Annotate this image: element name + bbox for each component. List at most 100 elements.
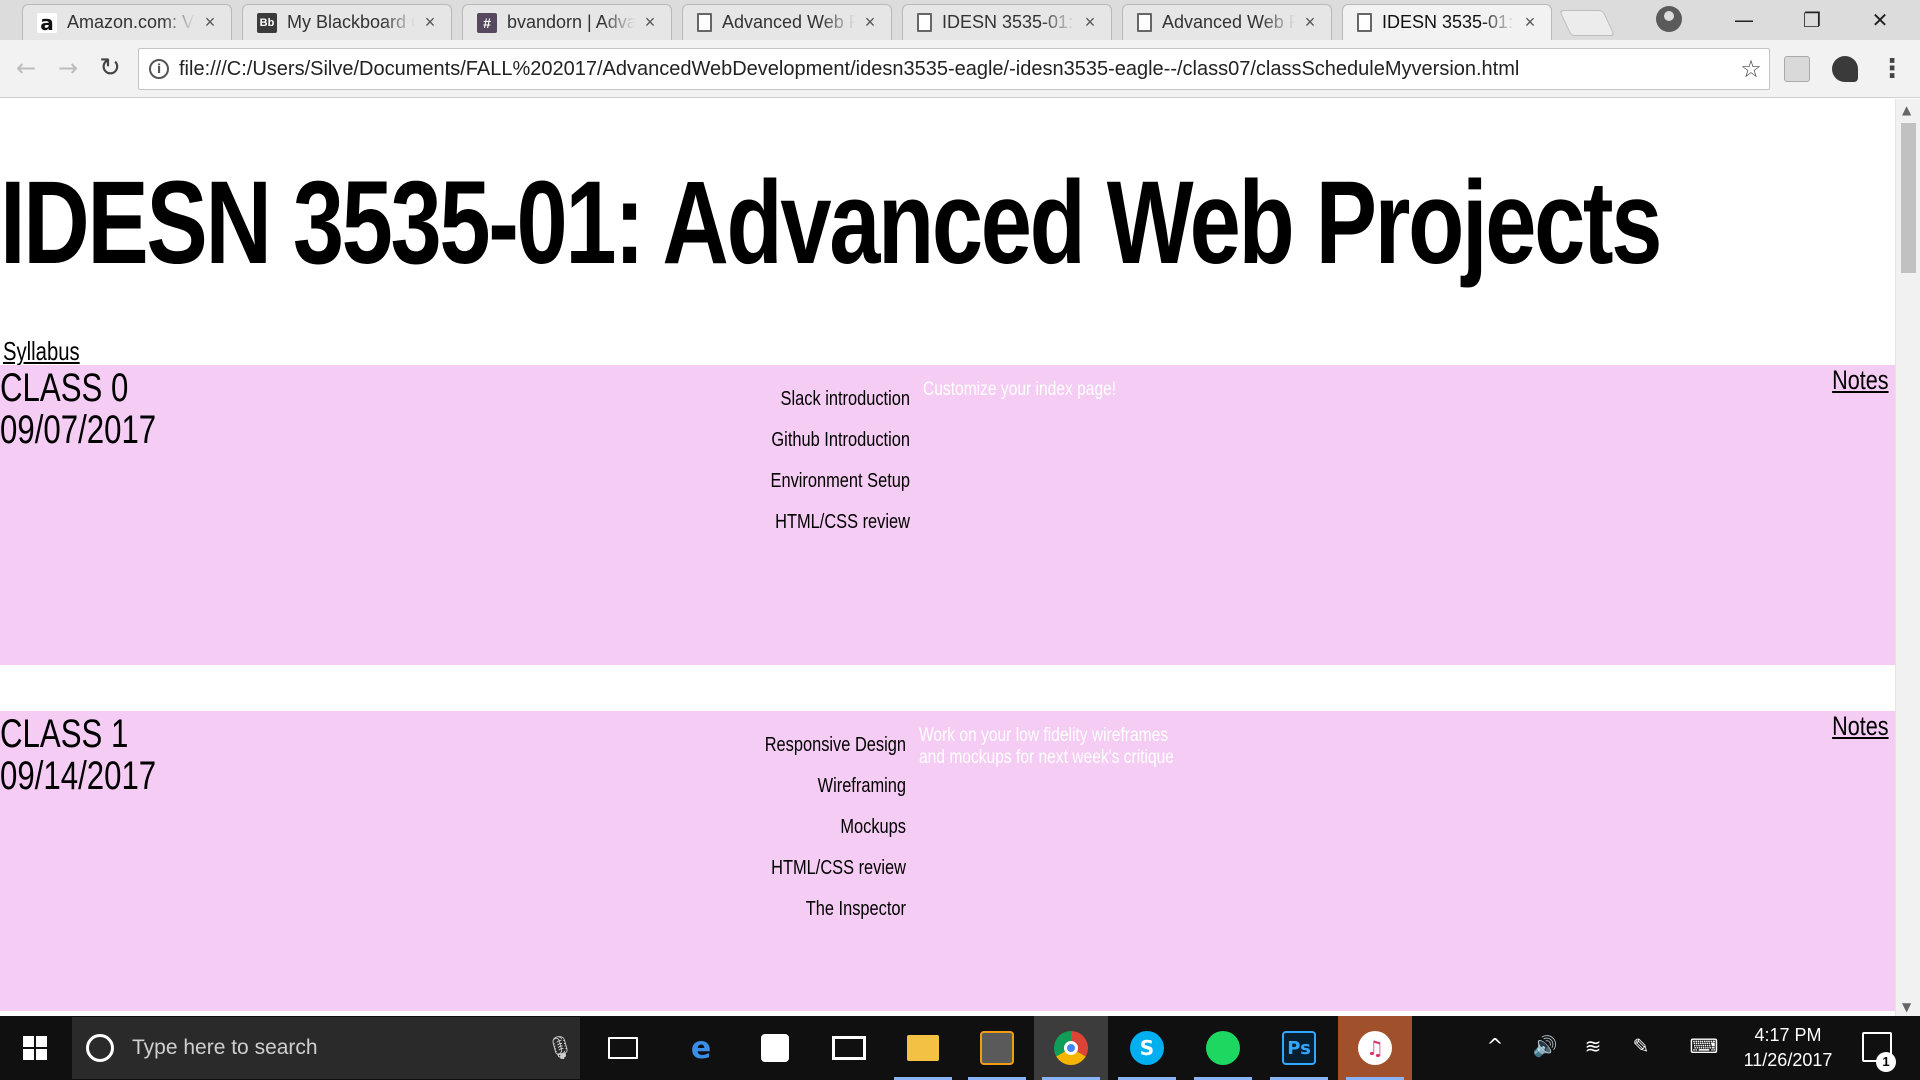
tab-idesn-1[interactable]: IDESN 3535-01: × bbox=[902, 4, 1112, 40]
new-tab-button[interactable] bbox=[1558, 10, 1616, 36]
spotify-icon[interactable] bbox=[1186, 1016, 1260, 1080]
file-explorer-icon[interactable] bbox=[886, 1016, 960, 1080]
tab-title: Amazon.com: Vi bbox=[67, 12, 195, 32]
document-icon bbox=[1357, 13, 1372, 32]
tab-title: Advanced Web P bbox=[722, 12, 855, 32]
class-section: CLASS 0 09/07/2017 Slack introduction Gi… bbox=[0, 365, 1895, 665]
topic-list: Responsive Design Wireframing Mockups HT… bbox=[686, 725, 906, 930]
pen-icon[interactable]: ✎ bbox=[1626, 1034, 1656, 1064]
close-icon[interactable]: × bbox=[201, 12, 219, 33]
wifi-icon[interactable]: ≋ bbox=[1578, 1034, 1608, 1064]
scroll-up-arrow-icon[interactable]: ▲ bbox=[1902, 103, 1911, 117]
photoshop-icon[interactable]: Ps bbox=[1262, 1016, 1336, 1080]
search-placeholder[interactable]: Type here to search bbox=[132, 1036, 540, 1060]
address-bar[interactable]: i file:///C:/Users/Silve/Documents/FALL%… bbox=[138, 48, 1770, 90]
topic-item: Environment Setup bbox=[770, 470, 910, 492]
clock[interactable]: 4:17 PM 11/26/2017 bbox=[1728, 1023, 1848, 1073]
minimize-button[interactable]: — bbox=[1710, 0, 1778, 40]
skype-icon[interactable]: S bbox=[1110, 1016, 1184, 1080]
homework-text: Work on your low fidelity wireframes and… bbox=[919, 725, 1174, 768]
topic-item: HTML/CSS review bbox=[771, 857, 906, 879]
pdf-extension-icon[interactable] bbox=[1784, 56, 1810, 82]
store-icon[interactable] bbox=[738, 1016, 812, 1080]
sublime-icon[interactable] bbox=[960, 1016, 1034, 1080]
back-arrow-icon[interactable]: ← bbox=[8, 50, 44, 86]
tab-blackboard[interactable]: Bb My Blackboard C × bbox=[242, 4, 452, 40]
tab-idesn-active[interactable]: IDESN 3535-01: × bbox=[1342, 4, 1552, 40]
syllabus-link[interactable]: Syllabus bbox=[3, 336, 80, 367]
topic-item: Wireframing bbox=[817, 775, 906, 797]
topic-item: The Inspector bbox=[805, 898, 906, 920]
class-section: CLASS 1 09/14/2017 Responsive Design Wir… bbox=[0, 711, 1895, 1011]
notes-link[interactable]: Notes bbox=[1833, 365, 1889, 396]
class-name: CLASS 0 bbox=[0, 366, 129, 410]
blackboard-icon: Bb bbox=[257, 12, 277, 33]
evernote-extension-icon[interactable] bbox=[1832, 56, 1858, 82]
cortana-icon[interactable] bbox=[86, 1034, 114, 1062]
close-icon[interactable]: × bbox=[1301, 12, 1319, 33]
mail-icon[interactable] bbox=[812, 1016, 886, 1080]
keyboard-icon[interactable]: ⌨ bbox=[1686, 1034, 1722, 1064]
vertical-scrollbar[interactable]: ▲ ▼ bbox=[1895, 99, 1920, 1016]
topic-item: Mockups bbox=[840, 816, 906, 838]
tab-title: My Blackboard C bbox=[287, 12, 415, 32]
reload-icon[interactable]: ↻ bbox=[92, 50, 128, 86]
bookmark-star-icon[interactable]: ☆ bbox=[1733, 55, 1769, 83]
close-icon[interactable]: × bbox=[1081, 12, 1099, 33]
homework-text: Customize your index page! bbox=[923, 379, 1117, 400]
edge-icon[interactable]: e bbox=[664, 1016, 738, 1080]
amazon-icon: a bbox=[37, 11, 57, 35]
page-viewport: IDESN 3535-01: Advanced Web Projects Syl… bbox=[0, 99, 1895, 1016]
notes-link[interactable]: Notes bbox=[1833, 711, 1889, 742]
tray-overflow-chevron-icon[interactable]: ^ bbox=[1480, 1034, 1510, 1064]
chrome-icon[interactable] bbox=[1034, 1016, 1108, 1080]
restore-button[interactable]: ❐ bbox=[1778, 0, 1846, 40]
close-icon[interactable]: × bbox=[421, 12, 439, 33]
tab-amazon[interactable]: a Amazon.com: Vi × bbox=[22, 4, 232, 40]
notification-count-badge: 1 bbox=[1876, 1052, 1896, 1072]
topic-item: Responsive Design bbox=[764, 734, 906, 756]
start-button[interactable] bbox=[0, 1016, 70, 1080]
topic-item: Github Introduction bbox=[771, 429, 910, 451]
volume-icon[interactable]: 🔊 bbox=[1530, 1034, 1560, 1064]
tab-advanced-web-1[interactable]: Advanced Web P × bbox=[682, 4, 892, 40]
taskbar: Type here to search 🎙 e S Ps ♫ ^ 🔊 ≋ ✎ ⌨… bbox=[0, 1016, 1920, 1080]
close-window-button[interactable]: ✕ bbox=[1846, 0, 1914, 40]
clock-time: 4:17 PM bbox=[1754, 1025, 1822, 1045]
tab-title: IDESN 3535-01: bbox=[942, 12, 1074, 32]
class-date: 09/07/2017 bbox=[0, 408, 157, 452]
document-icon bbox=[1137, 13, 1152, 32]
class-heading: CLASS 1 09/14/2017 bbox=[0, 713, 156, 797]
page-title: IDESN 3535-01: Advanced Web Projects bbox=[0, 157, 1662, 289]
topic-item: Slack introduction bbox=[780, 388, 910, 410]
profile-icon[interactable] bbox=[1656, 6, 1682, 32]
info-icon[interactable]: i bbox=[149, 59, 169, 79]
class-name: CLASS 1 bbox=[0, 712, 129, 756]
menu-icon[interactable]: ⋮ bbox=[1879, 52, 1905, 86]
browser-toolbar: ← → ↻ i file:///C:/Users/Silve/Documents… bbox=[0, 40, 1920, 98]
scroll-down-arrow-icon[interactable]: ▼ bbox=[1902, 1000, 1911, 1014]
document-icon bbox=[697, 13, 712, 32]
tab-title: IDESN 3535-01: bbox=[1382, 12, 1514, 32]
url-text[interactable]: file:///C:/Users/Silve/Documents/FALL%20… bbox=[179, 58, 1733, 81]
tab-strip: a Amazon.com: Vi × Bb My Blackboard C × … bbox=[0, 0, 1920, 40]
close-icon[interactable]: × bbox=[861, 12, 879, 33]
taskbar-search-box[interactable]: Type here to search 🎙 bbox=[72, 1017, 580, 1079]
itunes-icon[interactable]: ♫ bbox=[1338, 1016, 1412, 1080]
tab-advanced-web-2[interactable]: Advanced Web P × bbox=[1122, 4, 1332, 40]
tab-title: Advanced Web P bbox=[1162, 12, 1295, 32]
close-icon[interactable]: × bbox=[1521, 12, 1539, 33]
close-icon[interactable]: × bbox=[641, 12, 659, 33]
tab-title: bvandorn | Adva bbox=[507, 12, 635, 32]
task-view-icon[interactable] bbox=[586, 1016, 660, 1080]
microphone-icon[interactable]: 🎙 bbox=[540, 1036, 580, 1061]
slack-icon: # bbox=[477, 12, 497, 33]
scrollbar-thumb[interactable] bbox=[1901, 123, 1916, 273]
topic-list: Slack introduction Github Introduction E… bbox=[690, 379, 910, 543]
photoshop-label: Ps bbox=[1282, 1031, 1316, 1065]
windows-logo-icon bbox=[23, 1036, 47, 1060]
forward-arrow-icon[interactable]: → bbox=[50, 50, 86, 86]
tab-slack[interactable]: # bvandorn | Adva × bbox=[462, 4, 672, 40]
class-date: 09/14/2017 bbox=[0, 754, 157, 798]
document-icon bbox=[917, 13, 932, 32]
